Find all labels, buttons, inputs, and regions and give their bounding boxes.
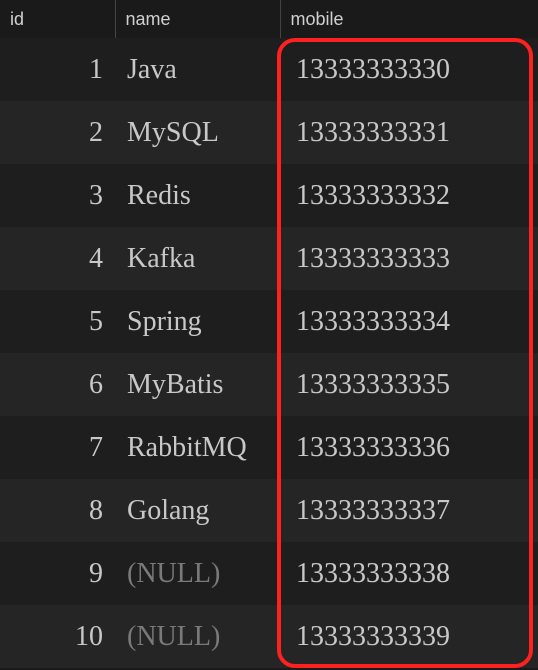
cell-id[interactable]: 8 <box>0 479 115 542</box>
cell-mobile[interactable]: 13333333337 <box>280 479 538 542</box>
cell-mobile[interactable]: 13333333339 <box>280 605 538 668</box>
cell-id[interactable]: 6 <box>0 353 115 416</box>
cell-name[interactable]: (NULL) <box>115 542 280 605</box>
cell-mobile[interactable]: 13333333338 <box>280 542 538 605</box>
cell-mobile[interactable]: 13333333331 <box>280 101 538 164</box>
cell-mobile[interactable]: 13333333330 <box>280 38 538 101</box>
cell-mobile[interactable]: 13333333336 <box>280 416 538 479</box>
table-row[interactable]: 8Golang13333333337 <box>0 479 538 542</box>
cell-mobile[interactable]: 13333333335 <box>280 353 538 416</box>
cell-id[interactable]: 7 <box>0 416 115 479</box>
cell-mobile[interactable]: 13333333332 <box>280 164 538 227</box>
cell-name[interactable]: RabbitMQ <box>115 416 280 479</box>
cell-mobile[interactable]: 13333333334 <box>280 290 538 353</box>
cell-id[interactable]: 2 <box>0 101 115 164</box>
cell-name[interactable]: Redis <box>115 164 280 227</box>
table-row[interactable]: 3Redis13333333332 <box>0 164 538 227</box>
cell-name[interactable]: Spring <box>115 290 280 353</box>
table-row[interactable]: 6MyBatis13333333335 <box>0 353 538 416</box>
cell-id[interactable]: 4 <box>0 227 115 290</box>
cell-id[interactable]: 3 <box>0 164 115 227</box>
cell-id[interactable]: 9 <box>0 542 115 605</box>
cell-id[interactable]: 10 <box>0 605 115 668</box>
cell-name[interactable]: (NULL) <box>115 605 280 668</box>
data-table: id name mobile 1Java133333333302MySQL133… <box>0 0 538 668</box>
table-row[interactable]: 4Kafka13333333333 <box>0 227 538 290</box>
cell-mobile[interactable]: 13333333333 <box>280 227 538 290</box>
table-row[interactable]: 7RabbitMQ13333333336 <box>0 416 538 479</box>
table-row[interactable]: 5Spring13333333334 <box>0 290 538 353</box>
table-body: 1Java133333333302MySQL133333333313Redis1… <box>0 38 538 668</box>
column-header-mobile[interactable]: mobile <box>280 0 538 38</box>
cell-name[interactable]: Golang <box>115 479 280 542</box>
column-header-name[interactable]: name <box>115 0 280 38</box>
cell-id[interactable]: 5 <box>0 290 115 353</box>
table-row[interactable]: 1Java13333333330 <box>0 38 538 101</box>
table-row[interactable]: 2MySQL13333333331 <box>0 101 538 164</box>
table-header-row: id name mobile <box>0 0 538 38</box>
column-header-id[interactable]: id <box>0 0 115 38</box>
cell-name[interactable]: Kafka <box>115 227 280 290</box>
cell-name[interactable]: Java <box>115 38 280 101</box>
table-row[interactable]: 9(NULL)13333333338 <box>0 542 538 605</box>
cell-name[interactable]: MyBatis <box>115 353 280 416</box>
cell-name[interactable]: MySQL <box>115 101 280 164</box>
table-row[interactable]: 10(NULL)13333333339 <box>0 605 538 668</box>
cell-id[interactable]: 1 <box>0 38 115 101</box>
